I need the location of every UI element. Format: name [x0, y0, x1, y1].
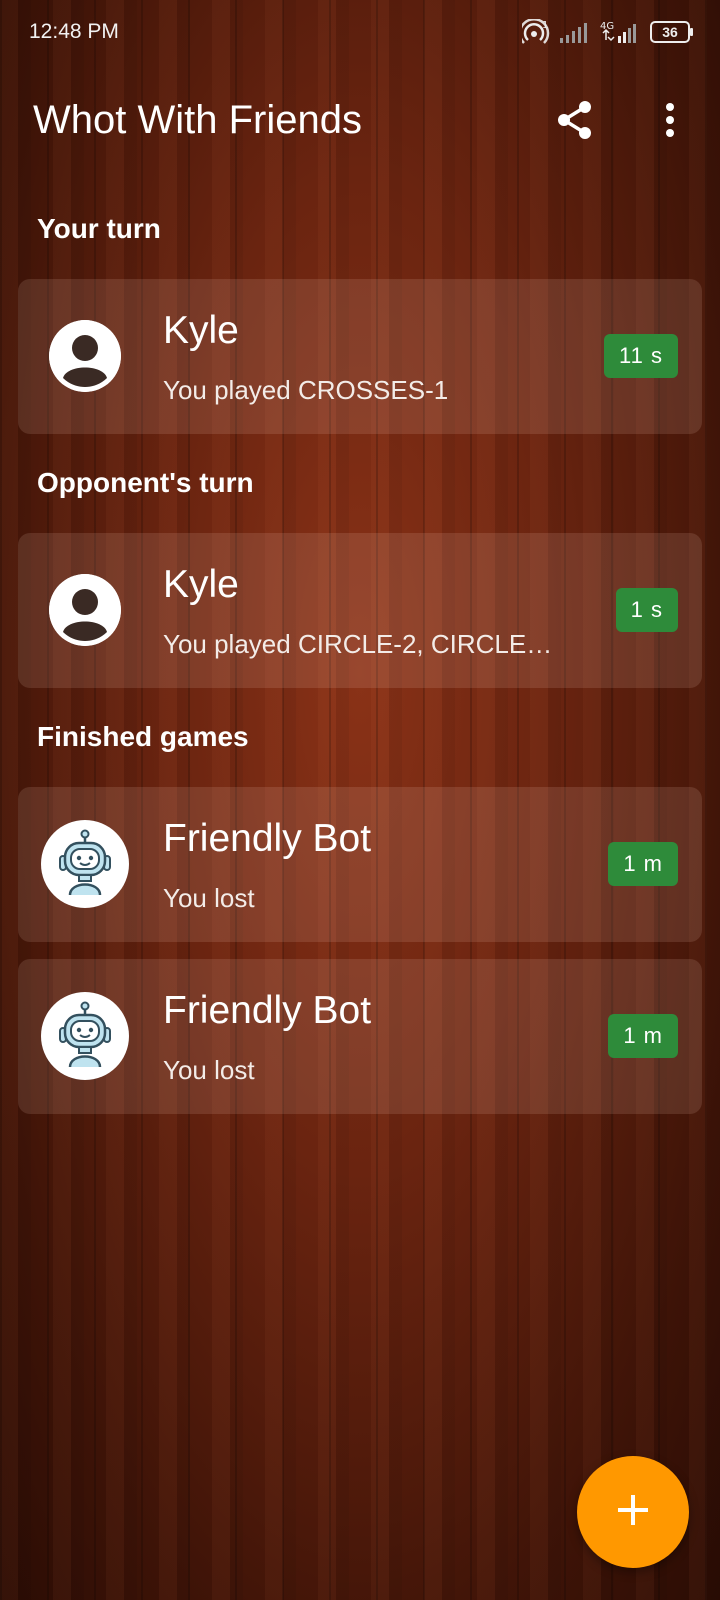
time-badge: 1 s [615, 588, 678, 632]
opponent-name: Friendly Bot [163, 817, 372, 860]
opponent-name: Kyle [163, 563, 239, 606]
status-time: 12:48 PM [29, 20, 119, 43]
robot-icon [41, 820, 129, 908]
opponent-name: Friendly Bot [163, 989, 372, 1032]
status-bar: 12:48 PM 1 4G 36 [0, 0, 720, 66]
section-title-your-turn: Your turn [37, 213, 161, 244]
section-title-finished-games: Finished games [37, 721, 249, 752]
plus-icon [616, 1493, 650, 1532]
time-badge: 1 m [608, 1014, 678, 1058]
share-icon [556, 100, 594, 145]
svg-text:1: 1 [542, 20, 548, 31]
time-badge: 11 s [604, 334, 678, 378]
app-bar: Whot With Friends [0, 80, 720, 160]
person-icon [49, 574, 121, 646]
battery-icon: 36 [650, 21, 693, 43]
last-move: You played CIRCLE-2, CIRCLE… [163, 629, 553, 659]
game-card[interactable]: Friendly Bot You lost 1 m [18, 787, 702, 942]
status-icons: 1 4G 36 [522, 19, 693, 45]
share-button[interactable] [553, 100, 597, 144]
robot-icon [41, 992, 129, 1080]
game-card[interactable]: Friendly Bot You lost 1 m [18, 959, 702, 1114]
section-title-opponent-turn: Opponent's turn [37, 467, 254, 498]
game-card[interactable]: Kyle You played CIRCLE-2, CIRCLE… 1 s [18, 533, 702, 688]
signal-4g-icon: 4G [600, 19, 640, 45]
more-options-button[interactable] [652, 100, 688, 144]
battery-level: 36 [662, 24, 678, 40]
hotspot-icon: 1 [522, 19, 550, 45]
last-move: You played CROSSES-1 [163, 375, 449, 405]
app-title: Whot With Friends [33, 98, 362, 142]
more-vert-icon [665, 102, 675, 142]
signal-icon-1 [560, 21, 590, 43]
game-result: You lost [163, 883, 255, 913]
new-game-fab[interactable] [577, 1456, 689, 1568]
game-result: You lost [163, 1055, 255, 1085]
person-icon [49, 320, 121, 392]
game-card[interactable]: Kyle You played CROSSES-1 11 s [18, 279, 702, 434]
opponent-name: Kyle [163, 309, 239, 352]
time-badge: 1 m [608, 842, 678, 886]
